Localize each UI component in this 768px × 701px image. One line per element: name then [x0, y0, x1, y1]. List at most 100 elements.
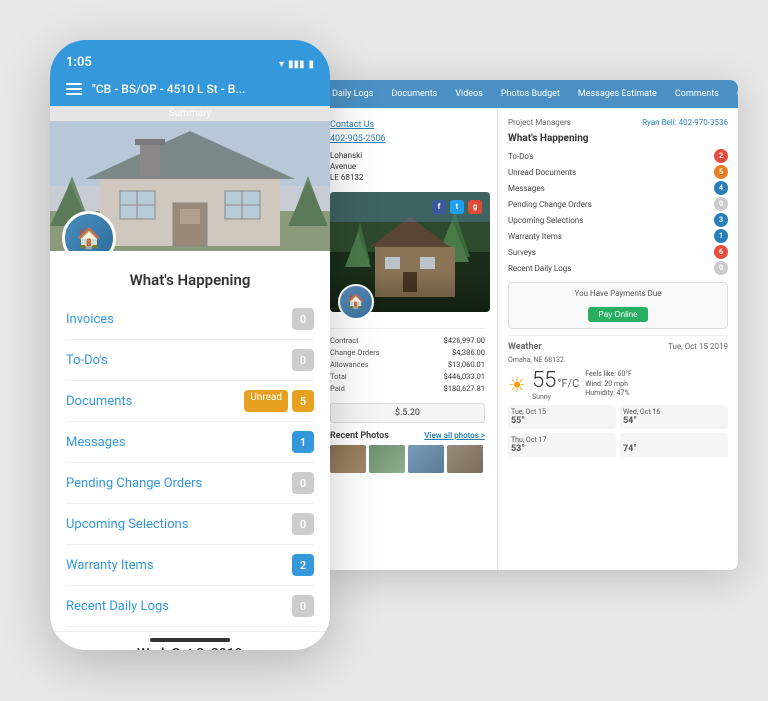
financials-section: Contract$426,997.00 Change Orders$4,386.… — [330, 328, 485, 395]
menu-item-documents[interactable]: Documents Unread 5 — [66, 381, 314, 422]
badge-invoices: 0 — [292, 308, 314, 330]
wh-item: Warranty Items 1 — [508, 228, 728, 244]
wh-item: Upcoming Selections 3 — [508, 212, 728, 228]
browser-nav-bar[interactable]: Daily Logs Documents Videos Photos Budge… — [318, 80, 738, 108]
nav-change-orders[interactable]: Change Orders — [731, 87, 738, 101]
weather-label: Weather — [508, 342, 542, 352]
weather-details: Feels like: 60°F Wind: 20 mph Humidity: … — [585, 370, 632, 399]
wh-badge-todos: 2 — [714, 149, 728, 163]
badge-selections: 0 — [292, 513, 314, 535]
menu-item-label-selections: Upcoming Selections — [66, 517, 188, 532]
wh-badge-selections: 3 — [714, 213, 728, 227]
menu-item-label-pco: Pending Change Orders — [66, 476, 202, 491]
menu-item-messages[interactable]: Messages 1 — [66, 422, 314, 463]
photo-thumb-2[interactable] — [369, 445, 405, 473]
menu-item-recent-daily-logs[interactable]: Recent Daily Logs 0 — [66, 586, 314, 627]
photo-thumb-1[interactable] — [330, 445, 366, 473]
forecast-item: 74° — [620, 433, 728, 457]
forecast-grid: Tue, Oct 15 55° Wed, Oct 16 54° Thu, Oct… — [508, 405, 728, 457]
menu-item-todos[interactable]: To-Do's 0 — [66, 340, 314, 381]
nav-videos[interactable]: Videos — [449, 87, 489, 101]
nav-messages[interactable]: Messages Estimate — [572, 87, 663, 101]
menu-item-label-todos: To-Do's — [66, 353, 108, 368]
battery-icon: ▮ — [308, 59, 314, 70]
mobile-phone: 1:05 ▾ ▮▮▮ ▮ "CB - BS/OP - 4510 L St - B… — [50, 40, 330, 650]
status-time: 1:05 — [66, 55, 92, 70]
badge-logs: 0 — [292, 595, 314, 617]
photo-thumb-3[interactable] — [408, 445, 444, 473]
recent-photos-section: Recent Photos View all photos > — [330, 431, 485, 473]
menu-item-label-logs: Recent Daily Logs — [66, 599, 169, 614]
badge-documents-unread: Unread 5 — [244, 390, 314, 412]
menu-item-upcoming-selections[interactable]: Upcoming Selections 0 — [66, 504, 314, 545]
unread-label: Unread — [244, 390, 288, 412]
address-block: Lohanski Avenue LE 68132 — [330, 150, 485, 184]
payment-due-label: You Have Payments Due — [515, 289, 721, 298]
whats-happening-heading: What's Happening — [508, 133, 728, 144]
weather-date: Tue, Oct 15 2019 — [668, 342, 728, 352]
temperature-display: 55 — [532, 368, 556, 393]
facebook-icon[interactable]: f — [432, 200, 446, 214]
badge-pco: 0 — [292, 472, 314, 494]
signal-icon: ▮▮▮ — [288, 59, 305, 70]
badge-messages: 1 — [292, 431, 314, 453]
wh-badge-warranty: 1 — [714, 229, 728, 243]
pay-online-button[interactable]: Pay Online — [588, 307, 647, 322]
forecast-item: Tue, Oct 15 55° — [508, 405, 616, 429]
wh-item: Unread Documents 5 — [508, 164, 728, 180]
photos-grid — [330, 445, 485, 473]
scene: Daily Logs Documents Videos Photos Budge… — [0, 0, 768, 701]
nav-photos[interactable]: Photos Budget — [495, 87, 566, 101]
google-plus-icon[interactable]: g — [468, 200, 482, 214]
weather-section: Weather Tue, Oct 15 2019 Omaha, NE 68132… — [508, 335, 728, 457]
wh-badge-surveys: 6 — [714, 245, 728, 259]
prev-date-button[interactable]: << — [103, 646, 117, 650]
forecast-item: Thu, Oct 17 53° — [508, 433, 616, 457]
payment-due-box: You Have Payments Due Pay Online — [508, 282, 728, 329]
photo-thumb-4[interactable] — [447, 445, 483, 473]
weather-location: Omaha, NE 68132 — [508, 356, 728, 364]
nav-daily-logs[interactable]: Daily Logs — [326, 87, 379, 101]
next-date-button[interactable]: >> — [263, 646, 278, 650]
menu-item-pending-change-orders[interactable]: Pending Change Orders 0 — [66, 463, 314, 504]
contact-phone[interactable]: 402-905-2506 — [330, 134, 485, 144]
badge-warranty: 2 — [292, 554, 314, 576]
wh-badge-logs: 0 — [714, 261, 728, 275]
home-indicator — [150, 638, 230, 642]
forecast-item: Wed, Oct 16 54° — [620, 405, 728, 429]
profile-avatar: 🏠 — [338, 284, 374, 320]
app-header-title: "CB - BS/OP - 4510 L St - B... — [92, 82, 314, 96]
main-property-image: f t g 🏠 — [330, 192, 485, 312]
menu-item-label-documents: Documents — [66, 394, 132, 409]
menu-item-label-warranty: Warranty Items — [66, 558, 154, 573]
menu-item-invoices[interactable]: Invoices 0 — [66, 299, 314, 340]
view-all-photos-link[interactable]: View all photos > — [424, 431, 485, 440]
balance-display: $.5.20 — [330, 403, 485, 423]
app-header-subtitle: Summary — [50, 106, 330, 121]
wh-items-list: To-Do's 2 Unread Documents 5 Messages 4 … — [508, 148, 728, 276]
phone-scroll-content[interactable]: What's Happening Invoices 0 To-Do's 0 Do… — [50, 251, 330, 650]
project-managers-header: Project Managers Ryan Bell: 402-970-3536 — [508, 118, 728, 127]
desktop-browser: Daily Logs Documents Videos Photos Budge… — [318, 80, 738, 570]
menu-item-label-invoices: Invoices — [66, 312, 114, 327]
weather-current: ☀ 55 °F/C Sunny Feels like: 60°F Wind: 2… — [508, 368, 728, 401]
hero-image: 🏠 — [50, 121, 330, 251]
temp-unit: °F/C — [557, 377, 579, 390]
nav-comments[interactable]: Comments — [669, 87, 725, 101]
wh-item: Surveys 6 — [508, 244, 728, 260]
nav-documents[interactable]: Documents — [385, 87, 443, 101]
status-icons: ▾ ▮▮▮ ▮ — [279, 59, 314, 70]
twitter-icon[interactable]: t — [450, 200, 464, 214]
wh-item: Messages 4 — [508, 180, 728, 196]
menu-item-label-messages: Messages — [66, 435, 126, 450]
badge-documents-count: 5 — [292, 390, 314, 412]
contact-us-link[interactable]: Contact Us — [330, 120, 485, 130]
pm-name-link[interactable]: Ryan Bell: 402-970-3536 — [642, 118, 728, 127]
wh-item: To-Do's 2 — [508, 148, 728, 164]
wh-item: Recent Daily Logs 0 — [508, 260, 728, 276]
social-icons: f t g — [432, 200, 482, 214]
whats-happening-title: What's Happening — [50, 251, 330, 299]
menu-item-warranty-items[interactable]: Warranty Items 2 — [66, 545, 314, 586]
hamburger-menu-button[interactable] — [66, 83, 82, 95]
menu-list: Invoices 0 To-Do's 0 Documents Unread 5 … — [50, 299, 330, 627]
